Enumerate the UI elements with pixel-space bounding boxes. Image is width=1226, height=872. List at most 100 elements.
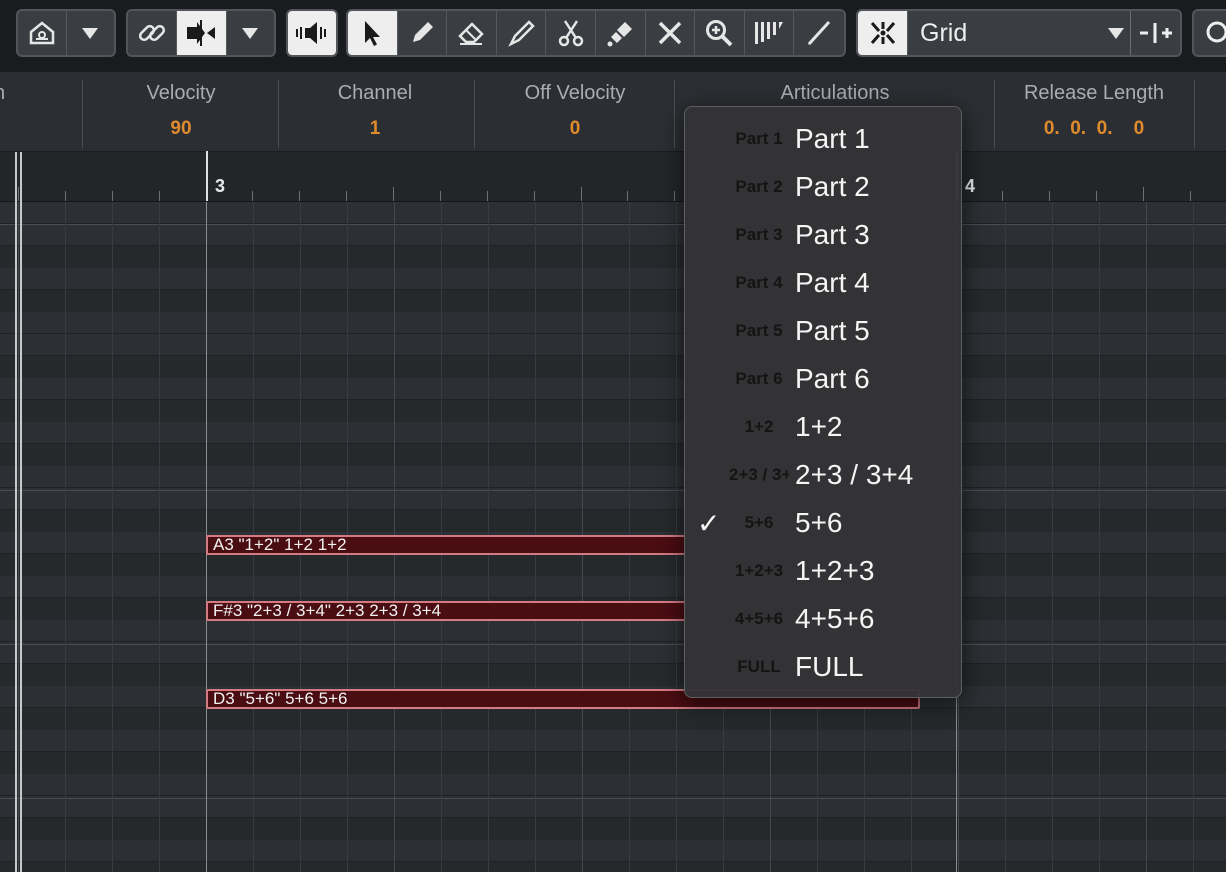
articulation-symbol: 1+2 [744,417,774,436]
key-lane [0,818,1226,840]
arrow-pointer-icon [365,21,381,46]
ruler-tick [1096,191,1097,201]
split-icon [187,20,216,46]
articulation-symbol: Part 4 [735,273,783,292]
info-off-velocity-value[interactable]: 0 [476,116,674,142]
grid-type-dropdown[interactable] [1102,11,1130,55]
articulation-label: Part 3 [795,219,870,250]
articulation-symbol: Part 2 [735,177,783,196]
key-lane [0,444,1226,466]
ruler-bar-label: 4 [965,176,976,196]
object-selection-tool[interactable] [348,11,398,55]
articulation-label: 2+3 / 3+4 [795,459,914,490]
articulation-label: Part 6 [795,363,870,394]
ruler-tick [18,187,19,201]
articulation-label: Part 2 [795,171,870,202]
checkmark-icon: ✓ [697,507,721,539]
ruler-tick [393,187,394,201]
octave-line [0,798,1226,799]
articulation-menu-item[interactable]: 1+2 1+2 [685,403,961,451]
ruler-tick [1190,191,1191,201]
info-velocity-header: Velocity [146,82,216,104]
note-display[interactable]: A3 "1+2" 1+2 1+2 F#3 "2+3 / 3+4" 2+3 2+3… [0,202,1226,872]
draw-tool[interactable] [398,11,448,55]
ruler-tick [346,191,347,201]
glue-tool[interactable] [596,11,646,55]
line-tool[interactable] [794,11,844,55]
speaker-icon [296,22,326,44]
grid-line [159,202,160,872]
midi-note[interactable]: F#3 "2+3 / 3+4" 2+3 2+3 / 3+4 [206,601,686,621]
articulation-label: 1+2+3 [795,555,875,586]
mute-tool[interactable] [646,11,696,55]
info-length[interactable]: h [0,80,24,146]
chevron-down-icon [82,28,99,39]
info-velocity-value[interactable]: 90 [84,116,278,142]
comp-tool[interactable] [745,11,795,55]
zoom-tool[interactable] [695,11,745,55]
ruler-tick [534,191,535,201]
key-lane [0,356,1226,378]
ruler[interactable]: 3 4 [0,151,1226,202]
articulation-menu-item[interactable]: 2+3 / 3+4 2+3 / 3+4 [685,451,961,499]
info-release-length-value[interactable]: 0. 0. 0. 0 [996,116,1192,142]
info-separator [474,80,475,148]
info-off-velocity[interactable]: Off Velocity 0 [476,80,674,146]
octave-line [0,224,1226,225]
scissors-icon [558,20,583,47]
chevron-down-icon [242,28,259,39]
ruler-tick [440,191,441,201]
split-button[interactable] [177,11,227,55]
articulation-menu-item[interactable]: Part 6 Part 6 [685,355,961,403]
ruler-tick [65,191,66,201]
mute-x-icon [658,21,682,45]
quantize-button[interactable] [1130,11,1180,55]
grid-line [18,202,19,872]
info-channel[interactable]: Channel 1 [278,80,472,146]
midi-note[interactable]: A3 "1+2" 1+2 1+2 [206,535,686,555]
info-channel-value[interactable]: 1 [278,116,472,142]
snap-toggle-button[interactable] [858,11,908,55]
home-button[interactable] [18,11,67,55]
articulation-symbol: Part 6 [735,369,783,388]
erase-tool[interactable] [447,11,497,55]
trim-tool[interactable] [497,11,547,55]
articulation-menu-item[interactable]: FULL FULL [685,643,961,691]
articulation-symbol: 4+5+6 [734,609,784,628]
articulation-menu-item[interactable]: Part 2 Part 2 [685,163,961,211]
link-button[interactable] [128,11,178,55]
grid-line [1146,202,1147,872]
articulation-label: 4+5+6 [795,603,875,634]
grid-line [1052,202,1053,872]
articulation-symbol: FULL [737,657,781,676]
grid-type-selector[interactable]: Grid [856,9,1182,57]
articulation-symbol: Part 5 [735,321,783,340]
home-dropdown-button[interactable] [67,11,114,55]
split-dropdown-button[interactable] [227,11,274,55]
key-lane [0,664,1226,686]
acoustic-feedback-button[interactable] [288,11,336,55]
split-tool[interactable] [546,11,596,55]
articulation-menu-item[interactable]: 4+5+6 4+5+6 [685,595,961,643]
ruler-bar-tick [206,151,208,201]
articulations-menu: Part 1 Part 1 Part 2 Part 2 Part 3 Part 3 Part… [684,106,962,698]
articulation-symbol: 2+3 / 3+4 [729,465,789,484]
info-separator [994,80,995,148]
articulation-menu-item[interactable]: Part 4 Part 4 [685,259,961,307]
articulation-menu-item[interactable]: ✓ 5+6 5+6 [685,499,961,547]
search-button[interactable] [1192,9,1226,57]
articulation-menu-item[interactable]: Part 3 Part 3 [685,211,961,259]
octave-line [0,490,1226,491]
tools-group [346,9,846,57]
articulation-menu-item[interactable]: Part 1 Part 1 [685,115,961,163]
snap-icon [870,22,895,44]
pencil-icon [412,22,433,42]
info-release-length[interactable]: Release Length 0. 0. 0. 0 [996,80,1192,146]
ruler-tick [299,191,300,201]
articulation-menu-item[interactable]: 1+2+3 1+2+3 [685,547,961,595]
info-velocity[interactable]: Velocity 90 [84,80,278,146]
quantize-icon [1139,23,1172,43]
octave-line [0,644,1226,645]
articulation-menu-item[interactable]: Part 5 Part 5 [685,307,961,355]
key-lane [0,290,1226,312]
